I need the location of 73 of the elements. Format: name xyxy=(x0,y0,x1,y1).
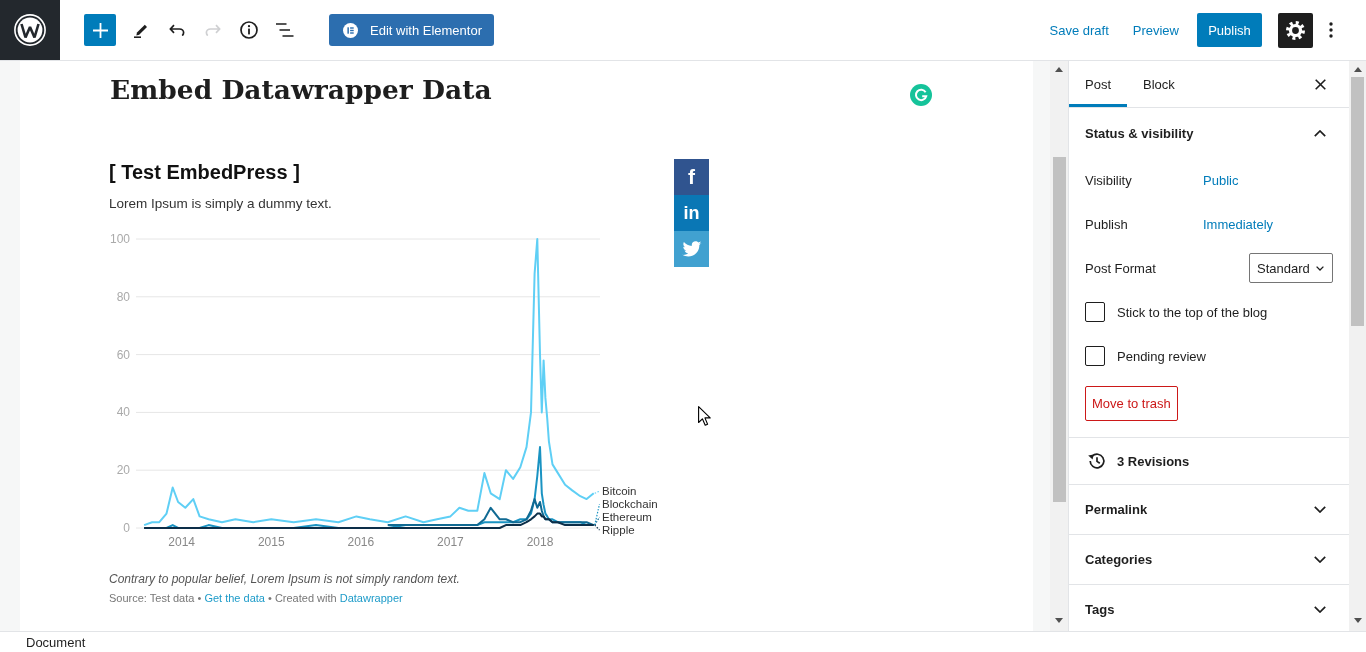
publish-button[interactable]: Publish xyxy=(1197,13,1262,47)
y-axis-label: 100 xyxy=(109,232,130,246)
y-axis-label: 20 xyxy=(116,463,130,478)
series-label: Blockchain xyxy=(602,498,658,511)
scroll-down-arrow-icon[interactable] xyxy=(1353,618,1362,623)
x-axis-label: 2014 xyxy=(168,535,196,549)
panel-title: Permalink xyxy=(1085,502,1148,517)
panel-title: Categories xyxy=(1085,552,1153,567)
checkbox-label[interactable]: Stick to the top of the blog xyxy=(1117,304,1268,320)
save-draft-button[interactable]: Save draft xyxy=(1043,12,1115,48)
chart-source-line: Source: Test data • Get the data • Created with Datawrapper xyxy=(109,591,403,605)
settings-icon xyxy=(1286,20,1305,40)
share-button[interactable]: f xyxy=(674,159,709,195)
scrollbar-track[interactable] xyxy=(1349,61,1366,631)
panel-title: Tags xyxy=(1085,602,1115,617)
elementor-icon xyxy=(343,22,358,38)
logo-icon xyxy=(14,14,46,46)
field-label: Visibility xyxy=(1085,172,1132,188)
add-block-button[interactable] xyxy=(84,14,116,46)
logo-button[interactable] xyxy=(0,0,60,60)
history-icon xyxy=(1087,452,1106,470)
y-axis-label: 80 xyxy=(116,289,130,304)
elementor-button[interactable]: Edit with Elementor xyxy=(329,14,494,46)
revisions-button[interactable]: 3 Revisions xyxy=(1069,438,1349,484)
y-axis-label: 40 xyxy=(116,405,130,420)
field-link[interactable]: Immediately xyxy=(1203,216,1274,232)
series-label: Ripple xyxy=(602,524,635,537)
select-field[interactable]: Standard xyxy=(1249,253,1333,283)
x-axis-label: 2018 xyxy=(526,535,554,549)
scroll-down-arrow-icon[interactable] xyxy=(1055,618,1063,623)
panel-header[interactable]: Tags xyxy=(1069,585,1349,631)
scrollbar-track[interactable] xyxy=(1050,61,1068,631)
post-title[interactable]: Embed Datawrapper Data xyxy=(110,72,492,108)
panel-title: Status & visibility xyxy=(1085,125,1194,141)
field-label: Post Format xyxy=(1085,260,1156,276)
scrollbar-thumb[interactable] xyxy=(1351,77,1364,326)
mouse-pointer-icon xyxy=(698,406,711,426)
chart-notes: Contrary to popular belief, Lorem Ipsum is not simply random text. xyxy=(109,572,460,586)
checkbox[interactable] xyxy=(1085,302,1105,322)
series-label: Bitcoin xyxy=(602,485,637,498)
sidebar-tab[interactable]: Post xyxy=(1069,61,1127,107)
series-label: Ethereum xyxy=(602,511,652,524)
preview-button[interactable]: Preview xyxy=(1126,12,1185,48)
y-axis-label: 0 xyxy=(123,521,130,535)
move-to-trash-button[interactable]: Move to trash xyxy=(1085,386,1178,421)
field-label: Publish xyxy=(1085,216,1128,232)
sidebar-tab[interactable]: Block xyxy=(1127,61,1191,107)
chevron-down-icon xyxy=(1316,265,1324,271)
plus-icon xyxy=(92,22,108,38)
panel-header[interactable]: Status & visibility xyxy=(1069,108,1349,158)
vertical-dots-icon xyxy=(1329,22,1333,38)
scroll-up-arrow-icon[interactable] xyxy=(1353,67,1362,72)
checkbox-label[interactable]: Pending review xyxy=(1117,348,1206,364)
select-value: Standard xyxy=(1257,260,1310,276)
checkbox[interactable] xyxy=(1085,346,1105,366)
chart-description: Lorem Ipsum is simply a dummy text. xyxy=(109,195,332,213)
scroll-up-arrow-icon[interactable] xyxy=(1055,67,1063,72)
settings-button[interactable] xyxy=(1278,12,1313,48)
x-axis-label: 2017 xyxy=(437,535,464,549)
x-axis-label: 2016 xyxy=(347,535,375,549)
close-icon xyxy=(1314,78,1326,90)
x-axis-label: 2015 xyxy=(257,535,285,549)
chart-title: [ Test EmbedPress ] xyxy=(109,160,300,184)
breadcrumb-item[interactable]: Document xyxy=(26,634,86,650)
scrollbar-thumb[interactable] xyxy=(1052,157,1066,502)
panel-header[interactable]: Categories xyxy=(1069,535,1349,584)
bird-icon xyxy=(681,241,702,257)
panel-header[interactable]: Permalink xyxy=(1069,485,1349,534)
share-button[interactable]: in xyxy=(674,195,709,231)
field-link[interactable]: Public xyxy=(1203,172,1239,188)
share-button[interactable] xyxy=(674,231,709,267)
y-axis-label: 60 xyxy=(116,347,130,362)
leader-line xyxy=(594,490,601,494)
